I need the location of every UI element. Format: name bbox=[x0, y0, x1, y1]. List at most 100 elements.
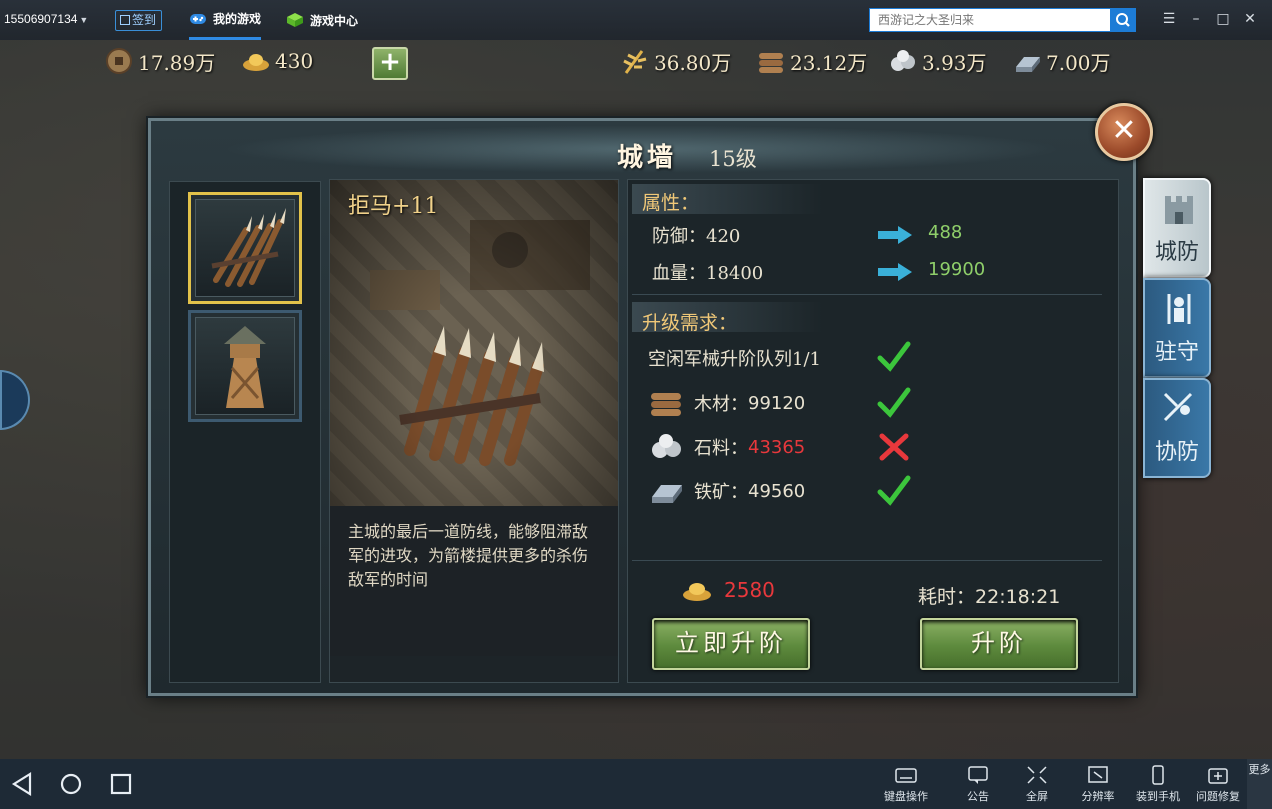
wood-required: 99120 bbox=[748, 392, 806, 414]
item-preview-scene: 拒马+11 bbox=[330, 180, 618, 510]
account-menu[interactable]: 15506907134 ▼ bbox=[4, 12, 88, 26]
add-gold-button[interactable]: + bbox=[372, 47, 408, 80]
city-wall-dialog: 城墙 15级 拒马+11 主城的最后一道防线，能够阻滞敌军的进攻，为箭楼提供更多… bbox=[148, 118, 1136, 696]
iron-label: 铁矿： bbox=[694, 482, 748, 503]
gold-amount: 430 bbox=[275, 49, 314, 73]
stone-label: 石料： bbox=[694, 438, 748, 459]
search-box bbox=[869, 8, 1136, 32]
copper-amount: 17.89万 bbox=[138, 50, 216, 75]
search-icon bbox=[1116, 13, 1130, 27]
attributes-heading: 属性： bbox=[642, 192, 700, 214]
item-slot-arrow-tower[interactable] bbox=[188, 310, 302, 422]
gold-cost: 2580 bbox=[680, 576, 775, 604]
wood-logs-icon bbox=[651, 393, 681, 416]
wood-amount: 23.12万 bbox=[790, 50, 868, 75]
iron-required: 49560 bbox=[748, 480, 806, 502]
slot-frame bbox=[195, 199, 295, 297]
checkbox-icon bbox=[120, 15, 130, 25]
time-label: 耗时： bbox=[918, 586, 976, 608]
cross-icon bbox=[879, 433, 909, 461]
stone-required: 43365 bbox=[748, 436, 806, 458]
dialog-title: 城墙 bbox=[617, 143, 678, 173]
stone-icon bbox=[652, 434, 681, 458]
item-list bbox=[169, 181, 321, 683]
home-icon[interactable] bbox=[58, 771, 84, 797]
minimize-icon[interactable]: – bbox=[1187, 11, 1205, 27]
spike-barricade-icon bbox=[211, 208, 286, 287]
signin-button[interactable]: 签到 bbox=[115, 10, 162, 31]
tab-my-games[interactable]: 我的游戏 bbox=[189, 0, 262, 40]
checkmark-icon bbox=[877, 341, 911, 372]
emulator-top-bar: 15506907134 ▼ 签到 我的游戏 游戏中心 西游记之大圣归来 ☰ – … bbox=[0, 0, 1272, 40]
keyboard-control-button[interactable]: 键盘操作 bbox=[876, 764, 936, 808]
search-input[interactable] bbox=[870, 9, 1110, 31]
emulator-window: 15506907134 ▼ 签到 我的游戏 游戏中心 西游记之大圣归来 ☰ – … bbox=[0, 0, 1272, 809]
install-to-phone-button[interactable]: 装到手机 bbox=[1128, 764, 1188, 808]
food-resource: 36.80万 bbox=[620, 44, 731, 78]
wheat-icon bbox=[623, 50, 647, 74]
iron-ingot-icon bbox=[652, 485, 682, 503]
upgrade-time: 耗时：22:18:21 bbox=[918, 582, 1060, 609]
coin-icon bbox=[106, 48, 132, 74]
wall-icon bbox=[1165, 196, 1193, 224]
back-icon[interactable] bbox=[10, 771, 36, 797]
more-button[interactable]: 更多 bbox=[1247, 759, 1272, 809]
tool-label: 问题修复 bbox=[1196, 790, 1240, 803]
tab-label: 城防 bbox=[1154, 240, 1199, 265]
close-dialog-button[interactable]: ✕ bbox=[1095, 103, 1153, 161]
instant-upgrade-button[interactable]: 立即升阶 bbox=[652, 618, 810, 670]
divider bbox=[632, 294, 1102, 295]
item-slot-chevaux-de-frise[interactable] bbox=[188, 192, 302, 304]
tool-label: 全屏 bbox=[1026, 790, 1048, 803]
fullscreen-button[interactable]: 全屏 bbox=[1007, 764, 1067, 808]
tab-label: 协防 bbox=[1154, 440, 1199, 465]
resolution-button[interactable]: 分辨率 bbox=[1068, 764, 1128, 808]
issue-repair-button[interactable]: 问题修复 bbox=[1188, 764, 1248, 808]
slot-frame bbox=[195, 317, 295, 415]
description-box: 主城的最后一道防线，能够阻滞敌军的进攻，为箭楼提供更多的杀伤敌军的时间 bbox=[330, 506, 618, 656]
iron-resource: 7.00万 bbox=[1012, 44, 1111, 78]
tab-game-center[interactable]: 游戏中心 bbox=[286, 0, 358, 40]
queue-text: 空闲军械升阶队列1/1 bbox=[648, 349, 821, 370]
tab-label: 我的游戏 bbox=[213, 12, 262, 26]
account-name: 15506907134 bbox=[4, 12, 78, 26]
stone-icon bbox=[891, 50, 915, 71]
gold-resource: 430 bbox=[241, 44, 313, 78]
maximize-icon[interactable]: □ bbox=[1214, 11, 1232, 27]
tool-label: 键盘操作 bbox=[884, 790, 928, 803]
copper-resource: 17.89万 bbox=[104, 44, 215, 78]
defense-new-value: 488 bbox=[928, 222, 963, 243]
watchtower-icon bbox=[224, 326, 266, 408]
upgrade-info-panel: 属性： 防御：420 488 血量：18400 19900 升级需求： 空闲军械… bbox=[627, 179, 1119, 683]
gold-ingot-icon bbox=[683, 583, 711, 601]
search-button[interactable] bbox=[1110, 8, 1136, 32]
time-value: 22:18:21 bbox=[975, 586, 1061, 608]
queue-requirement: 空闲军械升阶队列1/1 bbox=[648, 340, 821, 376]
menu-icon[interactable]: ☰ bbox=[1160, 11, 1178, 27]
crossed-swords-icon bbox=[1163, 392, 1193, 422]
notice-button[interactable]: 公告 bbox=[948, 764, 1008, 808]
wood-logs-icon bbox=[759, 53, 783, 73]
gold-cost-value: 2580 bbox=[724, 578, 775, 602]
repair-icon bbox=[1208, 768, 1228, 784]
tab-assist-defense[interactable]: 协防 bbox=[1143, 378, 1211, 478]
recent-apps-icon[interactable] bbox=[108, 771, 134, 797]
signin-label: 签到 bbox=[132, 13, 157, 27]
defense-stat: 防御：420 bbox=[652, 226, 741, 247]
upgrade-button[interactable]: 升阶 bbox=[920, 618, 1078, 670]
food-amount: 36.80万 bbox=[654, 50, 732, 75]
close-icon[interactable]: ✕ bbox=[1241, 11, 1259, 27]
arrow-right-icon bbox=[878, 226, 912, 244]
checkmark-icon bbox=[877, 475, 911, 506]
hp-stat: 血量：18400 bbox=[652, 263, 764, 284]
tab-city-defense[interactable]: 城防 bbox=[1143, 178, 1211, 278]
gold-ingot-icon bbox=[243, 54, 269, 71]
item-preview-panel: 拒马+11 主城的最后一道防线，能够阻滞敌军的进攻，为箭楼提供更多的杀伤敌军的时… bbox=[329, 179, 619, 683]
resolution-icon bbox=[1088, 766, 1108, 783]
iron-amount: 7.00万 bbox=[1046, 50, 1111, 75]
emulator-bottom-bar: 键盘操作 公告 全屏 分辨率 装到手机 问题修复 bbox=[0, 759, 1272, 809]
tab-garrison[interactable]: 驻守 bbox=[1143, 278, 1211, 378]
item-name: 拒马+11 bbox=[348, 194, 439, 219]
hp-new-value: 19900 bbox=[928, 259, 986, 280]
fullscreen-icon bbox=[1027, 766, 1047, 784]
